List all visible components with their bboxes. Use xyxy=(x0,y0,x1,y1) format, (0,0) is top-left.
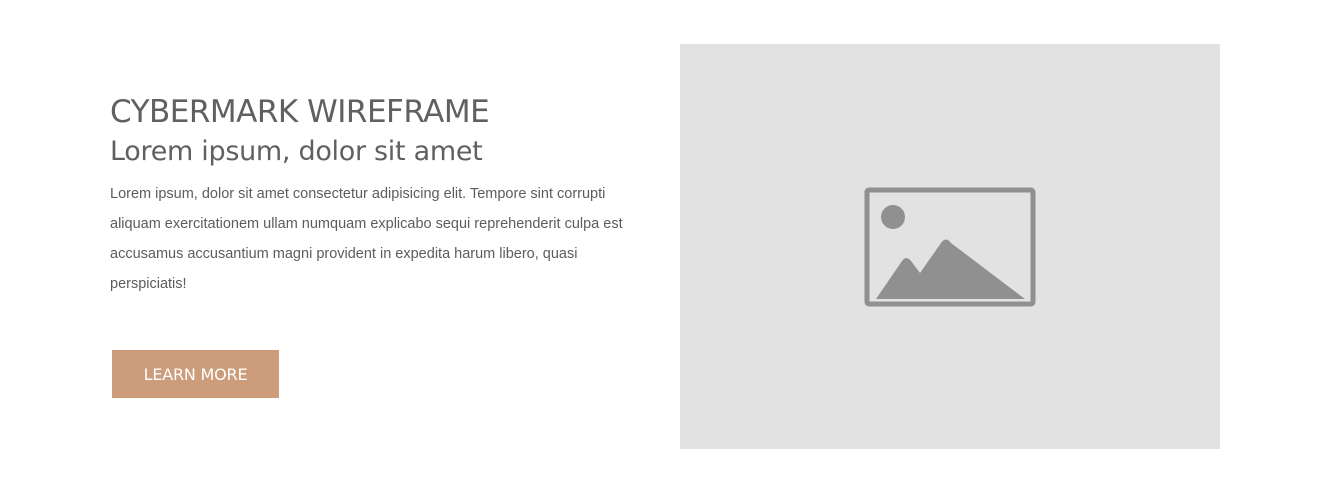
image-placeholder-icon xyxy=(864,187,1036,307)
hero-image-placeholder xyxy=(680,44,1220,449)
hero-eyebrow: CYBERMARK WIREFRAME xyxy=(110,94,490,130)
hero-title: Lorem ipsum, dolor sit amet xyxy=(110,136,483,167)
hero-text-column: CYBERMARK WIREFRAME Lorem ipsum, dolor s… xyxy=(110,92,655,299)
hero-section: CYBERMARK WIREFRAME Lorem ipsum, dolor s… xyxy=(0,0,1330,501)
hero-body-text: Lorem ipsum, dolor sit amet consectetur … xyxy=(110,186,623,292)
learn-more-button[interactable]: LEARN MORE xyxy=(112,350,279,398)
